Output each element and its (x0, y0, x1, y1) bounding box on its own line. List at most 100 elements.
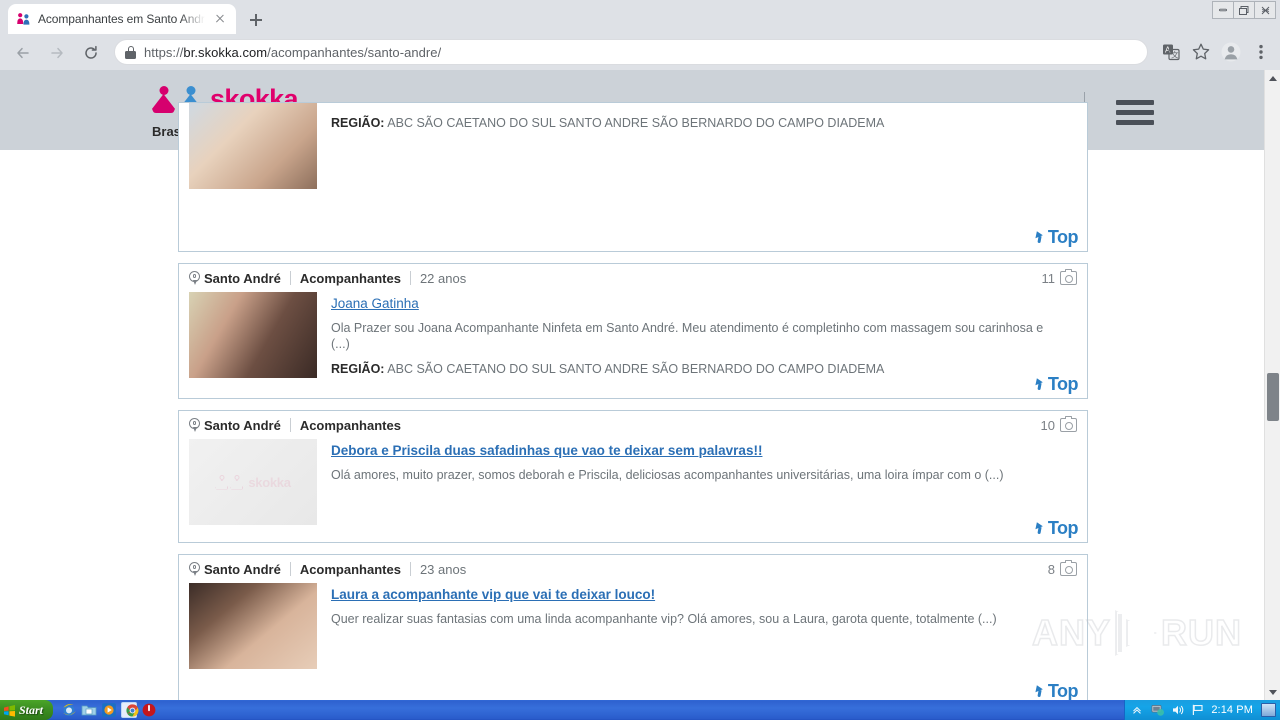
chrome-menu-icon[interactable] (1248, 39, 1274, 65)
listing-card[interactable]: REGIÃO: ABC SÃO CAETANO DO SUL SANTO AND… (178, 102, 1088, 252)
listing-description: Quer realizar suas fantasias com uma lin… (331, 611, 1051, 627)
reload-button[interactable] (74, 36, 106, 68)
photo-count: 11 (1042, 264, 1078, 292)
location-pin-icon (189, 271, 200, 285)
listing-meta: Santo AndréAcompanhantes10 (179, 411, 1087, 439)
location-pin-icon (189, 562, 200, 576)
meta-divider (290, 562, 291, 576)
start-label: Start (19, 703, 43, 718)
listing-thumbnail-placeholder[interactable]: skokka (189, 439, 317, 525)
meta-divider (410, 562, 411, 576)
windows-taskbar: Start (0, 700, 1280, 720)
lock-icon (125, 46, 136, 59)
listing-region: REGIÃO: ABC SÃO CAETANO DO SUL SANTO AND… (331, 116, 1077, 130)
url-path: /acompanhantes/santo-andre/ (267, 45, 441, 60)
scrollbar-thumb[interactable] (1267, 373, 1279, 421)
url-host: br.skokka.com (183, 45, 267, 60)
listing-region-value: ABC SÃO CAETANO DO SUL SANTO ANDRE SÃO B… (387, 116, 884, 130)
internet-explorer-icon[interactable] (61, 702, 77, 718)
listing-title-link[interactable]: Debora e Priscila duas safadinhas que va… (331, 443, 762, 458)
camera-icon (1060, 562, 1077, 576)
listing-region-label: REGIÃO: (331, 362, 384, 376)
volume-icon[interactable] (1171, 703, 1185, 717)
top-badge-label: Top (1048, 519, 1078, 537)
show-desktop-icon[interactable] (1261, 703, 1276, 717)
url-scheme: https:// (144, 45, 183, 60)
hamburger-menu-icon[interactable] (1116, 100, 1154, 127)
address-bar[interactable]: https://br.skokka.com/acompanhantes/sant… (114, 39, 1148, 65)
listing-age: 23 anos (420, 562, 466, 577)
listing-meta: Santo AndréAcompanhantes23 anos8 (179, 555, 1087, 583)
taskbar-clock[interactable]: 2:14 PM (1211, 704, 1253, 716)
listing-meta: Santo André Acompanhantes 22 anos 11 (179, 264, 1087, 292)
listing-category: Acompanhantes (300, 271, 401, 286)
photo-count-value: 10 (1041, 418, 1055, 433)
camera-icon (1060, 418, 1077, 432)
meta-divider (290, 418, 291, 432)
folder-icon[interactable] (81, 702, 97, 718)
browser-tab[interactable]: Acompanhantes em Santo André e g (8, 4, 236, 34)
listing-description: Olá amores, muito prazer, somos deborah … (331, 467, 1051, 483)
listing-age: 22 anos (420, 271, 466, 286)
profile-avatar-icon[interactable] (1218, 39, 1244, 65)
listing-card[interactable]: Santo André Acompanhantes 22 anos 11 Joana G… (178, 263, 1088, 399)
listing-thumbnail[interactable] (189, 292, 317, 378)
top-arrow-icon (1034, 521, 1047, 535)
photo-count: 10 (1041, 411, 1077, 439)
listing-thumbnail[interactable] (189, 583, 317, 669)
page-scrollbar[interactable] (1264, 70, 1280, 700)
network-icon[interactable] (1151, 703, 1165, 717)
close-tab-icon[interactable] (212, 11, 228, 27)
quick-launch-bar (61, 702, 157, 718)
listing-body: skokka Debora e Priscila duas safadinhas … (179, 439, 1087, 525)
listing-text: Laura a acompanhante vip que vai te deix… (317, 583, 1077, 669)
media-player-icon[interactable] (101, 702, 117, 718)
listing-card[interactable]: Santo AndréAcompanhantes10skokka Debora e… (178, 410, 1088, 543)
back-button[interactable] (6, 36, 38, 68)
tab-title: Acompanhantes em Santo André e g (38, 12, 205, 26)
flag-icon[interactable] (1191, 703, 1205, 717)
page-viewport: skokka Brasil REGIÃO: ABC SÃO CAETANO DO… (0, 70, 1280, 700)
close-window-button[interactable] (1254, 1, 1276, 19)
forward-arrow-icon (49, 45, 63, 59)
listing-text: REGIÃO: ABC SÃO CAETANO DO SUL SANTO AND… (317, 103, 1077, 189)
listing-text: Debora e Priscila duas safadinhas que va… (317, 439, 1077, 525)
google-chrome-icon[interactable] (121, 702, 137, 718)
svg-text:文: 文 (1171, 49, 1179, 59)
listing-title-link[interactable]: Laura a acompanhante vip que vai te deix… (331, 587, 655, 602)
start-button[interactable]: Start (0, 700, 53, 720)
minimize-button[interactable] (1212, 1, 1234, 19)
top-badge[interactable]: Top (1034, 682, 1078, 700)
forward-button[interactable] (40, 36, 72, 68)
bookmark-star-icon[interactable] (1188, 39, 1214, 65)
listing-city: Santo André (204, 271, 281, 286)
meta-divider (410, 271, 411, 285)
listing-card[interactable]: Santo AndréAcompanhantes23 anos8 Laura a … (178, 554, 1088, 700)
top-badge[interactable]: Top (1034, 228, 1078, 246)
scroll-down-button[interactable] (1265, 684, 1280, 700)
tab-strip: Acompanhantes em Santo André e g (0, 0, 1280, 34)
top-arrow-icon (1034, 377, 1047, 391)
top-badge[interactable]: Top (1034, 519, 1078, 537)
camera-icon (1060, 271, 1077, 285)
listing-body: Laura a acompanhante vip que vai te deix… (179, 583, 1087, 669)
chevron-up-icon[interactable] (1131, 703, 1145, 717)
listing-region-label: REGIÃO: (331, 116, 384, 130)
scroll-up-button[interactable] (1265, 70, 1280, 86)
new-tab-button[interactable] (242, 6, 270, 34)
listing-title-link[interactable]: Joana Gatinha (331, 296, 419, 311)
meta-divider (290, 271, 291, 285)
listing-thumbnail[interactable] (189, 103, 317, 189)
shutdown-icon[interactable] (141, 702, 157, 718)
top-badge-label: Top (1048, 682, 1078, 700)
listing-region-value: ABC SÃO CAETANO DO SUL SANTO ANDRE SÃO B… (387, 362, 884, 376)
maximize-restore-button[interactable] (1233, 1, 1255, 19)
top-badge[interactable]: Top (1034, 375, 1078, 393)
top-arrow-icon (1034, 684, 1047, 698)
browser-window: Acompanhantes em Santo André e g (0, 0, 1280, 700)
url-text: https://br.skokka.com/acompanhantes/sant… (144, 45, 441, 60)
listing-description: Ola Prazer sou Joana Acompanhante Ninfet… (331, 320, 1051, 352)
translate-icon[interactable]: A 文 (1158, 39, 1184, 65)
browser-toolbar: https://br.skokka.com/acompanhantes/sant… (0, 34, 1280, 70)
listing-body: REGIÃO: ABC SÃO CAETANO DO SUL SANTO AND… (179, 103, 1087, 189)
